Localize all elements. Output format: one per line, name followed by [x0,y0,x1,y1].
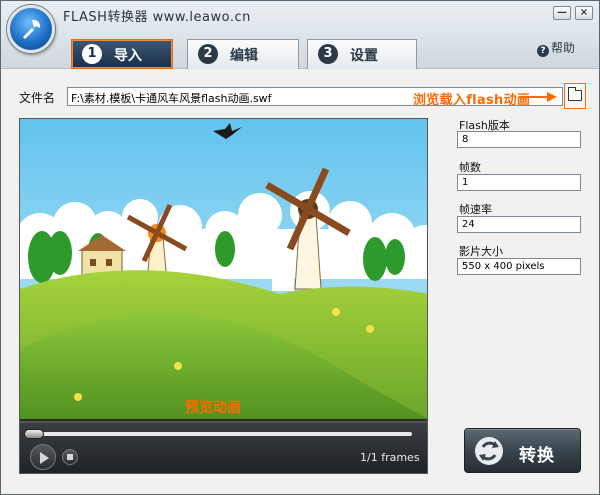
frame-counter: 1/1 frames [360,451,420,464]
frame-count-field: 1 [457,174,581,191]
stop-button[interactable] [62,449,78,465]
flash-preview [19,118,428,422]
help-link[interactable]: ? 帮助 [537,39,575,57]
convert-label: 转换 [519,446,555,466]
flash-version-field: 8 [457,131,581,148]
minimize-button[interactable]: — [553,6,571,20]
help-label: 帮助 [551,41,576,55]
movie-size-field: 550 x 400 pixels [457,258,581,275]
tab-import[interactable]: 1 导入 [71,39,173,69]
windmill-scene-image [20,119,427,421]
arrow-right-icon [519,92,557,102]
frame-rate-label: 帧速率 [459,203,492,216]
browse-hint-text: 浏览载入flash动画 [413,93,531,108]
step-number-badge: 2 [198,44,218,64]
tab-label: 编辑 [230,48,258,64]
step-number-badge: 3 [318,44,338,64]
close-button[interactable]: × [575,6,593,20]
play-button[interactable] [30,444,56,470]
movie-size-label: 影片大小 [459,245,503,258]
tab-settings[interactable]: 3 设置 [307,39,417,69]
seek-bar[interactable] [26,432,412,436]
convert-button[interactable]: 转换 [464,428,581,473]
preview-caption: 预览动画 [185,400,241,416]
frame-rate-field: 24 [457,216,581,233]
question-icon: ? [537,45,549,57]
tab-label: 设置 [350,48,378,64]
tab-edit[interactable]: 2 编辑 [187,39,299,69]
step-number-badge: 1 [82,44,102,64]
player-controls: 1/1 frames [19,422,428,474]
app-window: FLASH转换器 www.leawo.cn — × 1 导入 2 编辑 3 设置… [0,0,600,495]
seek-handle[interactable] [24,429,44,439]
frame-count-label: 帧数 [459,161,481,174]
browse-button[interactable] [564,83,586,109]
app-logo-icon [7,5,55,53]
window-title: FLASH转换器 www.leawo.cn [63,10,251,25]
file-name-label: 文件名 [19,91,56,105]
title-bar: FLASH转换器 www.leawo.cn — × 1 导入 2 编辑 3 设置… [1,1,599,69]
folder-open-icon [568,87,582,101]
convert-arrows-icon [475,437,503,465]
tab-label: 导入 [114,48,142,64]
